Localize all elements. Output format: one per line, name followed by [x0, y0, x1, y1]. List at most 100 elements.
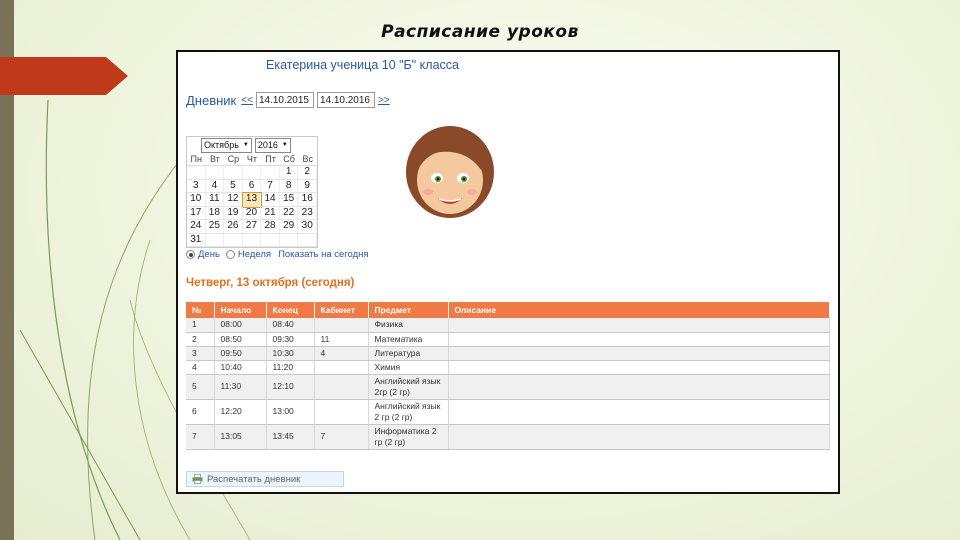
calendar-day[interactable]: 1 — [279, 166, 299, 180]
printer-icon — [192, 474, 203, 484]
weekday-label: Вт — [205, 154, 225, 166]
calendar-grid: Пн Вт Ср Чт Пт Сб Вс 1 2 3 4 5 6 7 8 9 10 11 12 13 14 15 16 17 1… — [187, 154, 317, 247]
day-heading: Четверг, 13 октября (сегодня) — [186, 277, 355, 289]
table-cell: 7 — [186, 424, 215, 450]
week-radio[interactable] — [225, 250, 235, 259]
calendar-day[interactable]: 9 — [298, 179, 317, 193]
day-radio-label[interactable]: День — [198, 249, 220, 260]
calendar-day[interactable]: 11 — [205, 193, 225, 207]
date-from-field[interactable] — [255, 92, 314, 108]
weekday-label: Вс — [298, 154, 317, 166]
table-cell — [448, 360, 830, 375]
weekday-label: Пт — [261, 154, 280, 166]
table-cell: Химия — [368, 360, 449, 375]
year-select-value: 2016 — [257, 140, 278, 150]
table-row: 2 08:50 09:30 11 Математика — [186, 332, 830, 347]
calendar-day[interactable]: 8 — [279, 179, 299, 193]
lessons-table: № Начало Конец Кабинет Предмет Описание 1 08:0… — [186, 302, 830, 450]
calendar-day[interactable]: 4 — [205, 179, 225, 193]
calendar-day[interactable]: 15 — [279, 193, 299, 207]
table-cell: 3 — [186, 346, 215, 361]
student-avatar — [406, 126, 494, 218]
chevron-down-icon: ▼ — [242, 142, 249, 148]
calendar-day[interactable]: 16 — [298, 193, 317, 207]
week-radio-label[interactable]: Неделя — [238, 249, 271, 260]
calendar-day[interactable]: 24 — [187, 220, 206, 234]
table-cell: 08:40 — [266, 318, 315, 333]
table-cell: Математика — [368, 332, 449, 347]
calendar-day[interactable]: 10 — [187, 193, 206, 207]
table-cell: 11:30 — [214, 374, 267, 400]
calendar-day[interactable]: 26 — [224, 220, 243, 234]
month-select[interactable]: Октябрь ▼ — [201, 138, 252, 153]
date-to-field[interactable] — [316, 92, 375, 108]
table-cell — [314, 399, 369, 425]
column-header: Начало — [214, 302, 267, 318]
calendar-day[interactable]: 13 — [241, 192, 263, 208]
calendar-empty-cell — [224, 233, 243, 247]
table-cell: 11 — [314, 332, 369, 347]
calendar-day[interactable]: 3 — [187, 179, 206, 193]
table-row: 3 09:50 10:30 4 Литература — [186, 346, 830, 361]
table-cell: Физика — [368, 318, 449, 333]
table-cell: 13:45 — [266, 424, 315, 450]
calendar-empty-cell — [279, 233, 299, 247]
calendar-day[interactable]: 27 — [242, 220, 262, 234]
table-cell — [448, 424, 830, 450]
print-diary-label: Распечатать дневник — [207, 473, 301, 485]
calendar-day[interactable]: 12 — [224, 193, 243, 207]
calendar-day[interactable]: 6 — [242, 179, 262, 193]
month-select-value: Октябрь — [204, 140, 239, 150]
table-cell: 08:00 — [214, 318, 267, 333]
calendar-day[interactable]: 14 — [261, 193, 280, 207]
weekday-label: Ср — [224, 154, 243, 166]
calendar-day[interactable]: 22 — [279, 206, 299, 220]
table-cell: 13:00 — [266, 399, 315, 425]
prev-period-link[interactable]: << — [241, 95, 253, 106]
view-switch-row: День Неделя Показать на сегодня — [186, 249, 369, 260]
day-radio[interactable] — [186, 250, 195, 259]
table-cell: 10:40 — [214, 360, 267, 375]
slide-title: Расписание уроков — [381, 22, 579, 42]
year-select[interactable]: 2016 ▼ — [254, 138, 291, 153]
next-period-link[interactable]: >> — [378, 95, 390, 106]
calendar-day[interactable]: 31 — [187, 233, 206, 247]
calendar-empty-cell — [205, 166, 225, 180]
red-arrow-shape — [0, 57, 128, 95]
show-today-link[interactable]: Показать на сегодня — [278, 249, 369, 260]
calendar-day[interactable]: 21 — [261, 206, 280, 220]
table-row: 1 08:00 08:40 Физика — [186, 318, 830, 333]
table-cell — [448, 374, 830, 400]
column-header: № — [186, 302, 215, 318]
calendar-day[interactable]: 18 — [205, 206, 225, 220]
print-diary-button[interactable]: Распечатать дневник — [186, 471, 344, 487]
diary-period-row: Дневник << >> — [186, 92, 390, 108]
table-cell: 09:50 — [214, 346, 267, 361]
lessons-body: 1 08:00 08:40 Физика 2 08:50 09:30 11 Математика… — [186, 318, 830, 450]
table-cell — [448, 318, 830, 333]
table-cell — [314, 374, 369, 400]
table-row: 7 13:05 13:45 7 Информатика 2 гр (2 гр) — [186, 424, 830, 450]
table-cell: 12:10 — [266, 374, 315, 400]
calendar-day[interactable]: 19 — [224, 206, 243, 220]
calendar-empty-cell — [298, 233, 317, 247]
calendar-day[interactable]: 20 — [242, 206, 262, 220]
calendar-day[interactable]: 2 — [298, 166, 317, 180]
calendar-day[interactable]: 23 — [298, 206, 317, 220]
calendar-day[interactable]: 7 — [261, 179, 280, 193]
table-cell: Информатика 2 гр (2 гр) — [368, 424, 449, 450]
column-header: Предмет — [368, 302, 449, 318]
table-cell — [448, 399, 830, 425]
calendar-day[interactable]: 28 — [261, 220, 280, 234]
calendar-day[interactable]: 30 — [298, 220, 317, 234]
table-cell — [314, 318, 369, 333]
calendar-day[interactable]: 17 — [187, 206, 206, 220]
table-cell: 09:30 — [266, 332, 315, 347]
calendar-day[interactable]: 25 — [205, 220, 225, 234]
weekday-label: Сб — [279, 154, 299, 166]
calendar-day[interactable]: 5 — [224, 179, 243, 193]
calendar-empty-cell — [224, 166, 243, 180]
table-cell: 08:50 — [214, 332, 267, 347]
calendar-day[interactable]: 29 — [279, 220, 299, 234]
diary-screenshot: Екатерина ученица 10 "Б" класса Дневник … — [176, 50, 840, 494]
